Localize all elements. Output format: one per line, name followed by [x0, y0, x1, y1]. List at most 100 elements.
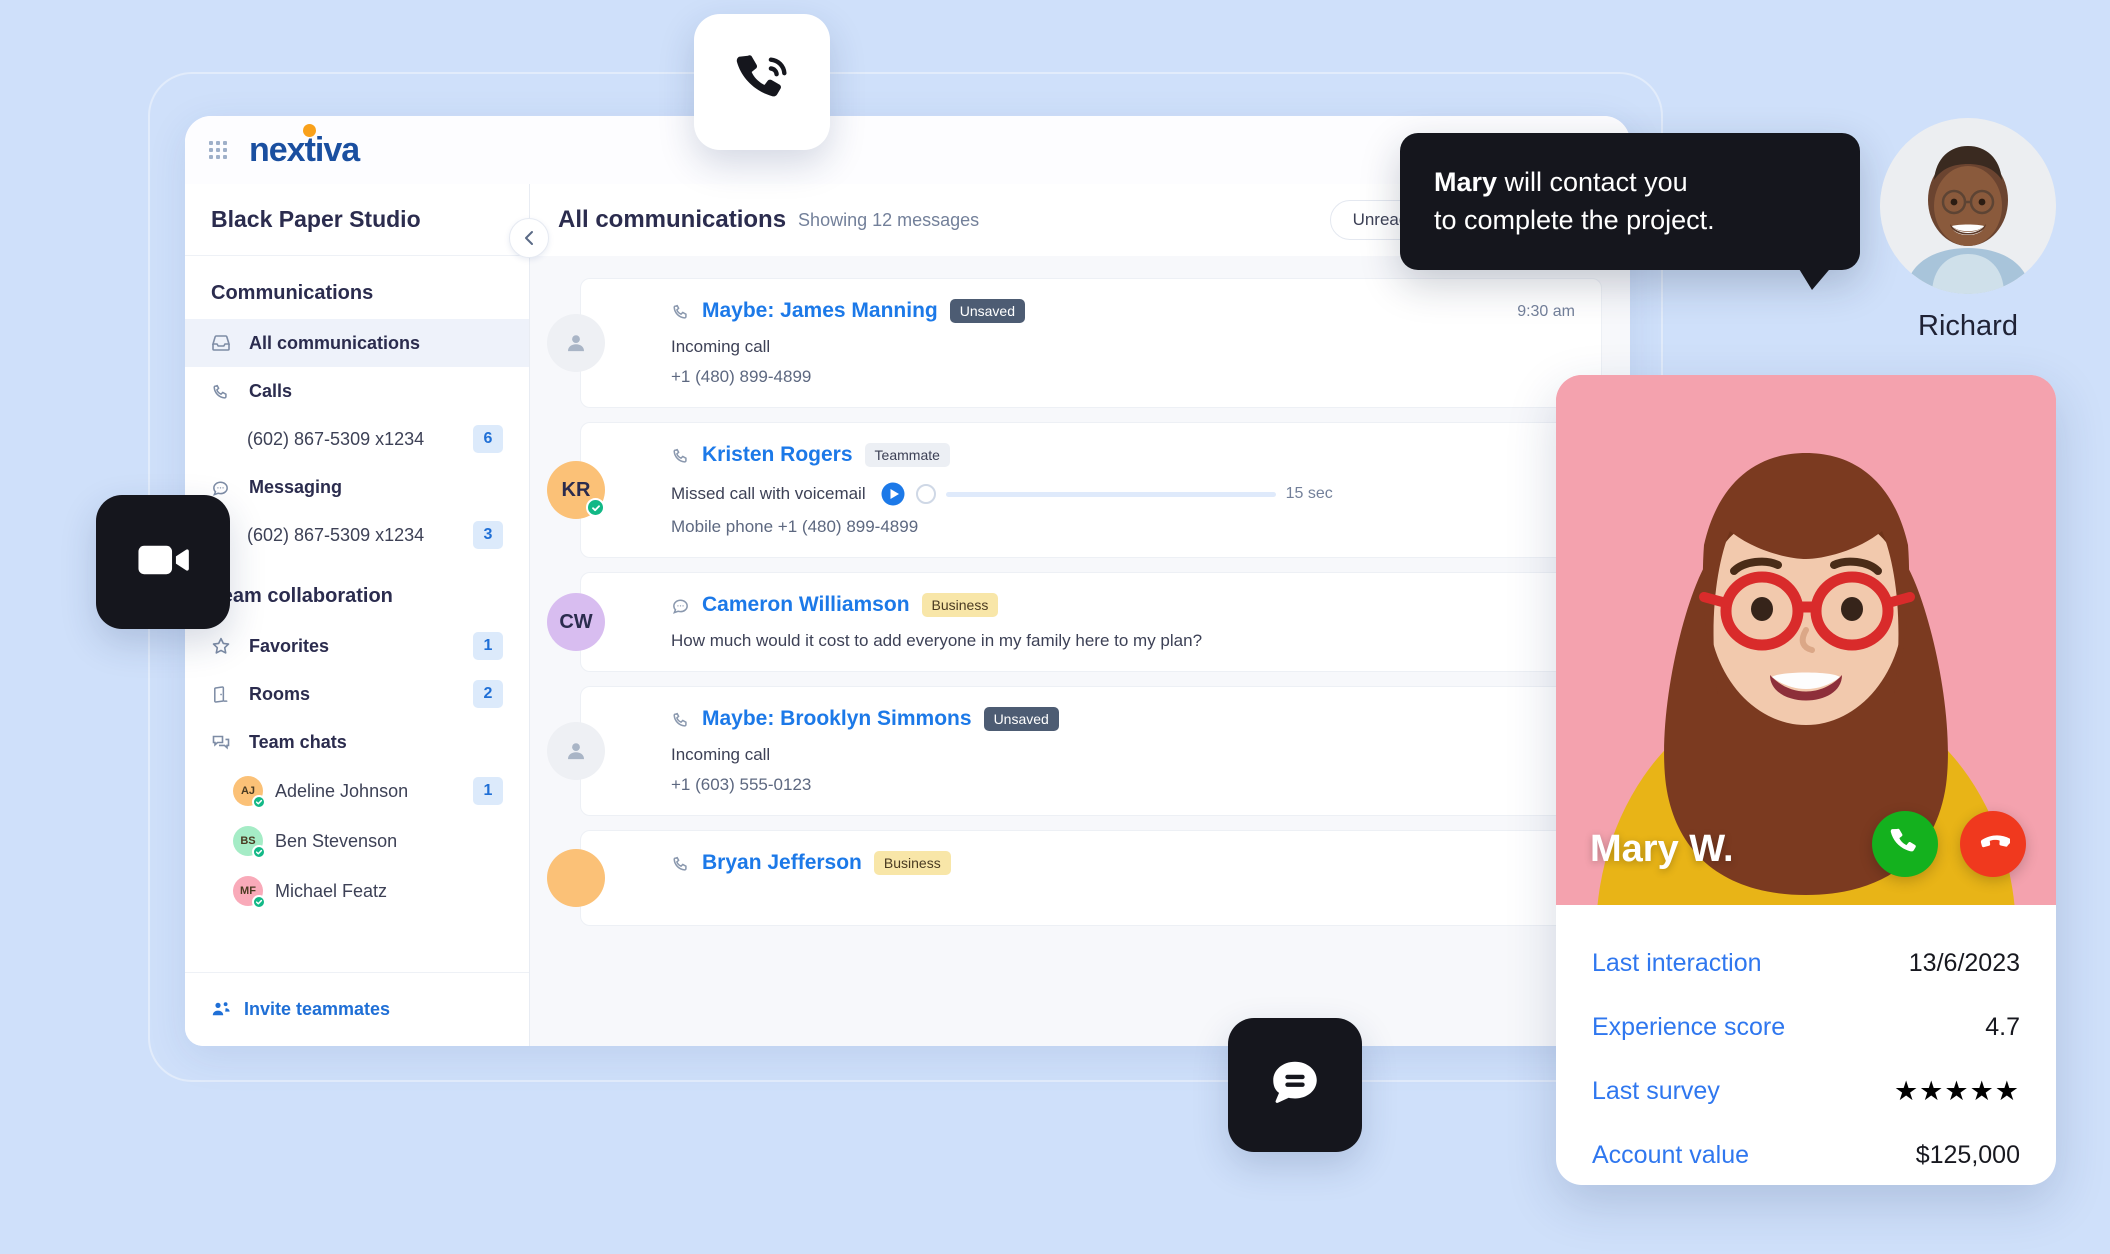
sidebar-subitem-label: (602) 867-5309 x1234	[247, 524, 425, 545]
avatar-initials: CW	[559, 610, 593, 633]
chat-bubble-icon	[1266, 1054, 1324, 1117]
message-row[interactable]: KR Kristen Rogers Teammate Missed call w…	[547, 422, 1602, 558]
avatar-initials: MF	[240, 885, 256, 897]
info-row-account-value: Account value $125,000	[1592, 1123, 2020, 1185]
collapse-sidebar-button[interactable]	[509, 218, 549, 258]
phone-ringing-tile[interactable]	[694, 14, 830, 150]
decline-call-button[interactable]	[1960, 811, 2026, 877]
sidebar-subitem-label: (602) 867-5309 x1234	[247, 428, 425, 449]
message-phone: +1 (603) 555-0123	[671, 775, 812, 794]
star-rating-icon: ★★★★★	[1893, 1075, 2020, 1106]
info-value: 4.7	[1985, 1012, 2020, 1041]
caller-info-panel: Last interaction 13/6/2023 Experience sc…	[1556, 905, 2056, 1185]
sidebar-item-messaging[interactable]: Messaging	[185, 463, 529, 511]
phone-icon	[671, 446, 690, 465]
sidebar-item-favorites[interactable]: Favorites 1	[185, 622, 529, 670]
status-badge: Unsaved	[949, 299, 1025, 323]
sidebar-subitem-calls-number[interactable]: (602) 867-5309 x1234 6	[185, 415, 529, 463]
voicemail-progress-track[interactable]	[945, 491, 1276, 497]
sidebar-item-calls[interactable]: Calls	[185, 367, 529, 415]
invite-teammates-button[interactable]: Invite teammates	[185, 972, 529, 1046]
status-badge: Unsaved	[983, 707, 1059, 731]
avatar	[547, 849, 605, 907]
sidebar-item-label: Rooms	[249, 683, 311, 704]
caller-name: Mary W.	[1590, 828, 1734, 870]
message-row[interactable]: Maybe: Brooklyn Simmons Unsaved Incoming…	[547, 686, 1602, 816]
video-camera-icon	[132, 529, 194, 596]
phone-icon	[671, 710, 690, 729]
play-icon[interactable]	[880, 481, 906, 507]
nextiva-logo[interactable]: nextiva	[249, 124, 360, 167]
caller-photo: Mary W.	[1556, 375, 2056, 905]
sidebar-item-label: Messaging	[249, 476, 343, 497]
sidebar-item-label: Favorites	[249, 635, 330, 656]
badge-count: 2	[473, 680, 503, 708]
inbox-icon	[211, 333, 237, 353]
sidebar-item-label: All communications	[249, 332, 421, 353]
status-badge: Teammate	[864, 443, 950, 467]
sidebar-person-michael-featz[interactable]: MF Michael Featz	[185, 866, 529, 916]
sidebar-item-label: Calls	[249, 380, 293, 401]
presence-available-icon	[252, 845, 266, 859]
badge-count: 1	[473, 632, 503, 660]
sidebar-person-ben-stevenson[interactable]: BS Ben Stevenson	[185, 816, 529, 866]
phone-icon	[671, 854, 690, 873]
avatar	[1880, 118, 2056, 294]
door-icon	[211, 685, 237, 704]
voicemail-scrubber-handle[interactable]	[915, 484, 936, 504]
workspace-name: Black Paper Studio	[185, 184, 529, 256]
avatar-initials: AJ	[240, 785, 256, 797]
main-content: All communications Showing 12 messages U…	[530, 184, 1630, 1046]
invite-teammates-label: Invite teammates	[244, 999, 391, 1019]
voicemail-player[interactable]: 15 sec	[880, 481, 1575, 507]
notification-bubble: Mary will contact you to complete the pr…	[1400, 133, 1860, 290]
phone-decline-icon	[1976, 825, 2012, 864]
sidebar-item-all-communications[interactable]: All communications	[185, 319, 529, 367]
info-value: $125,000	[1915, 1140, 2020, 1169]
info-row-experience-score: Experience score 4.7	[1592, 995, 2020, 1059]
contact-name[interactable]: Bryan Jefferson	[702, 851, 862, 875]
message-list[interactable]: Maybe: James Manning Unsaved Incoming ca…	[530, 256, 1630, 1046]
chat-tile[interactable]	[1228, 1018, 1362, 1152]
avatar: BS	[233, 826, 266, 859]
badge-count: 6	[473, 425, 503, 453]
sidebar-person-adeline-johnson[interactable]: AJ Adeline Johnson 1	[185, 766, 529, 816]
contact-name[interactable]: Maybe: James Manning	[702, 299, 938, 323]
message-row[interactable]: Maybe: James Manning Unsaved Incoming ca…	[547, 278, 1602, 408]
message-summary: Incoming call	[671, 745, 771, 764]
avatar-initials: KR	[561, 478, 591, 501]
message-count: Showing 12 messages	[798, 209, 980, 230]
info-label: Account value	[1592, 1140, 1750, 1169]
sidebar-item-team-chats[interactable]: Team chats	[185, 718, 529, 766]
presence-available-icon	[252, 895, 266, 909]
message-phone: +1 (480) 899-4899	[671, 367, 812, 386]
app-grid-icon[interactable]	[209, 141, 227, 159]
chats-icon	[211, 732, 237, 752]
accept-call-button[interactable]	[1872, 811, 1938, 877]
contact-name[interactable]: Maybe: Brooklyn Simmons	[702, 707, 972, 731]
contact-name[interactable]: Kristen Rogers	[702, 443, 853, 467]
person-name: Ben Stevenson	[275, 830, 398, 851]
info-value: 13/6/2023	[1908, 948, 2020, 977]
info-row-last-survey: Last survey ★★★★★	[1592, 1059, 2020, 1123]
presence-available-icon	[252, 795, 266, 809]
phone-ringing-icon	[731, 49, 793, 116]
phone-accept-icon	[1888, 825, 1922, 864]
person-name: Adeline Johnson	[275, 780, 409, 801]
sidebar-item-rooms[interactable]: Rooms 2	[185, 670, 529, 718]
user-name: Richard	[1918, 310, 2018, 342]
avatar: KR	[547, 461, 605, 519]
info-label: Last interaction	[1592, 948, 1762, 977]
contact-name[interactable]: Cameron Williamson	[702, 593, 910, 617]
video-call-tile[interactable]	[96, 495, 230, 629]
message-row[interactable]: CW Cameron Williamson Business How much …	[547, 572, 1602, 672]
richard-user: Richard	[1880, 118, 2056, 343]
badge-count: 3	[473, 521, 503, 549]
message-row[interactable]: Bryan Jefferson Business	[547, 830, 1602, 926]
presence-available-icon	[586, 498, 605, 517]
page-title: All communications	[558, 206, 787, 233]
avatar	[547, 314, 605, 372]
sidebar-subitem-messaging-number[interactable]: (602) 867-5309 x1234 3	[185, 511, 529, 559]
message-icon	[671, 596, 690, 615]
message-icon	[211, 478, 237, 497]
